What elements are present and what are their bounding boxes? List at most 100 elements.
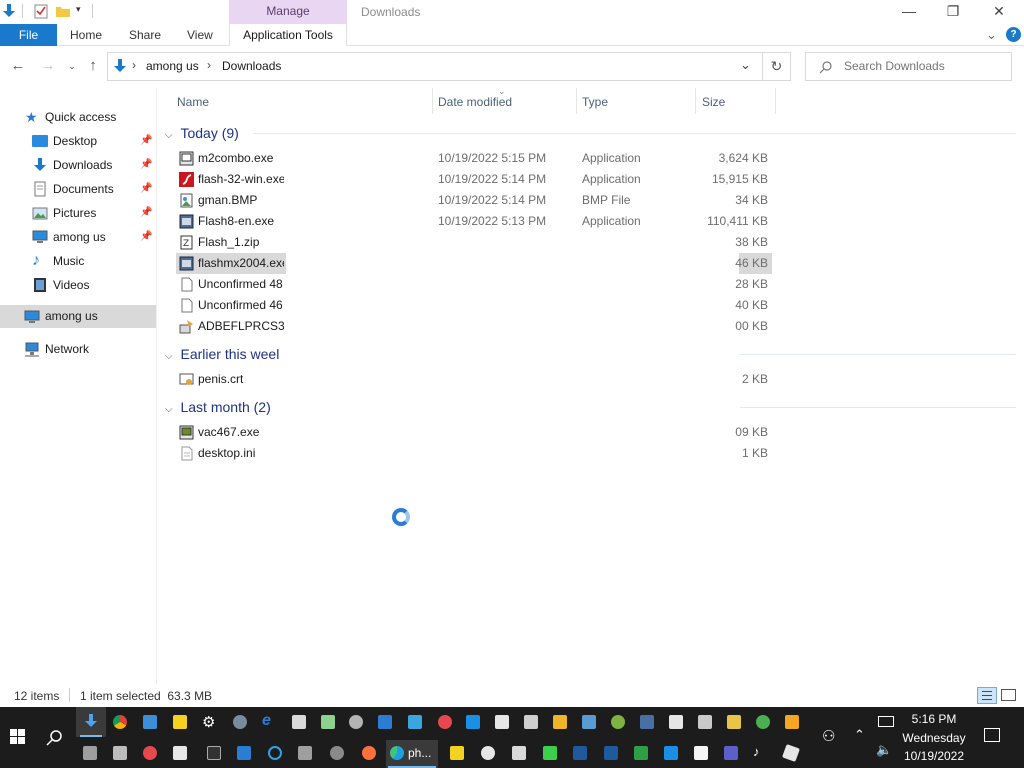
tab-home[interactable]: Home: [70, 24, 102, 46]
roblox-icon[interactable]: [782, 744, 800, 762]
printer-icon[interactable]: [524, 715, 538, 729]
sidebar-item-downloads[interactable]: Downloads 📌: [32, 154, 154, 176]
address-bar[interactable]: › among us › Downloads ⌄: [107, 52, 763, 81]
expand-ribbon-icon[interactable]: ⌄: [986, 24, 997, 46]
app-icon[interactable]: [694, 746, 708, 760]
pin-icon[interactable]: 📌: [140, 202, 152, 224]
breadcrumb-downloads[interactable]: Downloads: [222, 59, 281, 73]
column-header-size[interactable]: Size: [702, 94, 725, 114]
command-prompt-icon[interactable]: [207, 746, 221, 760]
pin-icon[interactable]: 📌: [140, 226, 152, 248]
table-row[interactable]: flash-32-win.exe 10/19/2022 5:14 PM Appl…: [175, 169, 775, 190]
start-button[interactable]: [0, 707, 36, 768]
tab-share[interactable]: Share: [129, 24, 161, 46]
app-icon[interactable]: [173, 746, 187, 760]
window-app-icon[interactable]: [143, 715, 157, 729]
column-divider[interactable]: [432, 88, 433, 114]
sidebar-item-music[interactable]: ♪ Music: [32, 250, 154, 272]
back-arrow-icon[interactable]: ←: [8, 56, 28, 76]
collapse-chevron-icon[interactable]: ⌵: [165, 130, 173, 141]
sidebar-item-quick-access[interactable]: ★ Quick access: [25, 106, 116, 128]
volume-icon[interactable]: 🔈: [876, 742, 892, 758]
cortana-icon[interactable]: [268, 746, 282, 760]
app-icon[interactable]: [321, 715, 335, 729]
downloads-arrow-icon[interactable]: [1, 3, 17, 19]
group-header-earlier-this-week[interactable]: ⌵ Earlier this weel: [165, 343, 279, 365]
network-status-icon[interactable]: [878, 716, 894, 727]
pin-icon[interactable]: 📌: [140, 178, 152, 200]
show-hidden-icons-chevron-icon[interactable]: ⌃: [854, 727, 865, 743]
file-tab[interactable]: File: [0, 24, 57, 46]
internet-explorer-icon[interactable]: e: [262, 712, 271, 730]
app-icon[interactable]: [582, 715, 596, 729]
breadcrumb-separator[interactable]: ›: [132, 58, 136, 72]
recent-locations-chevron-icon[interactable]: ⌄: [62, 56, 82, 76]
sidebar-item-videos[interactable]: Videos: [32, 274, 154, 296]
pin-icon[interactable]: 📌: [140, 130, 152, 152]
app-icon[interactable]: [727, 715, 741, 729]
sticky-notes-icon[interactable]: [173, 715, 187, 729]
taskbar-explorer-active[interactable]: [76, 707, 106, 737]
app-icon[interactable]: [495, 715, 509, 729]
notifications-icon[interactable]: [984, 728, 1000, 742]
table-row[interactable]: desktop.ini 1 KB: [175, 443, 775, 464]
breadcrumb-among-us[interactable]: among us: [146, 59, 199, 73]
app-icon[interactable]: [450, 746, 464, 760]
app-icon[interactable]: [664, 746, 678, 760]
app-icon[interactable]: [408, 715, 422, 729]
large-icons-view-icon[interactable]: [1001, 689, 1016, 701]
app-icon[interactable]: [611, 715, 625, 729]
table-row[interactable]: penis.crt 2 KB: [175, 369, 775, 390]
firefox-icon[interactable]: [362, 746, 376, 760]
shield-icon[interactable]: [512, 746, 526, 760]
column-header-date-modified[interactable]: Date modified: [438, 94, 512, 114]
collapse-chevron-icon[interactable]: ⌵: [165, 404, 173, 415]
app-icon[interactable]: [634, 746, 648, 760]
manage-tab[interactable]: Manage: [229, 0, 347, 24]
app-icon[interactable]: [756, 715, 770, 729]
refresh-icon[interactable]: ↻: [763, 52, 791, 81]
sidebar-item-pictures[interactable]: Pictures 📌: [32, 202, 154, 224]
people-icon[interactable]: ⚇: [822, 727, 835, 745]
app-icon[interactable]: [640, 715, 654, 729]
properties-icon[interactable]: [33, 3, 49, 19]
help-icon[interactable]: ?: [1006, 27, 1021, 42]
app-icon[interactable]: [438, 715, 452, 729]
app-icon[interactable]: [785, 715, 799, 729]
sidebar-item-network[interactable]: Network: [24, 338, 89, 360]
app-icon[interactable]: [233, 715, 247, 729]
powershell-icon[interactable]: [604, 746, 618, 760]
tiktok-icon[interactable]: ♪: [753, 744, 760, 759]
group-header-last-month[interactable]: ⌵ Last month (2): [165, 396, 271, 418]
table-row[interactable]: Unconfirmed 46 40 KB: [175, 295, 775, 316]
breadcrumb-separator[interactable]: ›: [207, 58, 211, 72]
table-row-selected[interactable]: flashmx2004.exe 46 KB: [175, 253, 775, 274]
qat-dropdown-icon[interactable]: ▾: [76, 4, 81, 15]
column-header-name[interactable]: Name: [177, 94, 209, 114]
details-view-icon[interactable]: [977, 687, 997, 704]
table-row[interactable]: m2combo.exe 10/19/2022 5:15 PM Applicati…: [175, 148, 775, 169]
chrome-icon[interactable]: [113, 715, 127, 729]
pin-icon[interactable]: 📌: [140, 154, 152, 176]
group-header-today[interactable]: ⌵ Today (9): [165, 122, 239, 144]
search-input[interactable]: [844, 59, 1004, 73]
address-history-chevron-icon[interactable]: ⌄: [740, 57, 751, 73]
calculator-icon[interactable]: [298, 746, 312, 760]
search-icon[interactable]: [46, 729, 64, 747]
app-icon[interactable]: [113, 746, 127, 760]
app-icon[interactable]: [292, 715, 306, 729]
search-box[interactable]: [805, 52, 1012, 81]
table-row[interactable]: vac467.exe 09 KB: [175, 422, 775, 443]
sidebar-item-documents[interactable]: Documents 📌: [32, 178, 154, 200]
column-header-type[interactable]: Type: [582, 94, 608, 114]
close-button[interactable]: ✕: [976, 0, 1022, 24]
remote-desktop-icon[interactable]: [378, 715, 392, 729]
app-icon[interactable]: [481, 746, 495, 760]
app-icon[interactable]: [83, 746, 97, 760]
column-divider[interactable]: [775, 88, 776, 114]
table-row[interactable]: Z Flash_1.zip 38 KB: [175, 232, 775, 253]
teams-icon[interactable]: [724, 746, 738, 760]
clock-day[interactable]: Wednesday: [894, 731, 974, 745]
app-icon[interactable]: [349, 715, 363, 729]
column-divider[interactable]: [576, 88, 577, 114]
